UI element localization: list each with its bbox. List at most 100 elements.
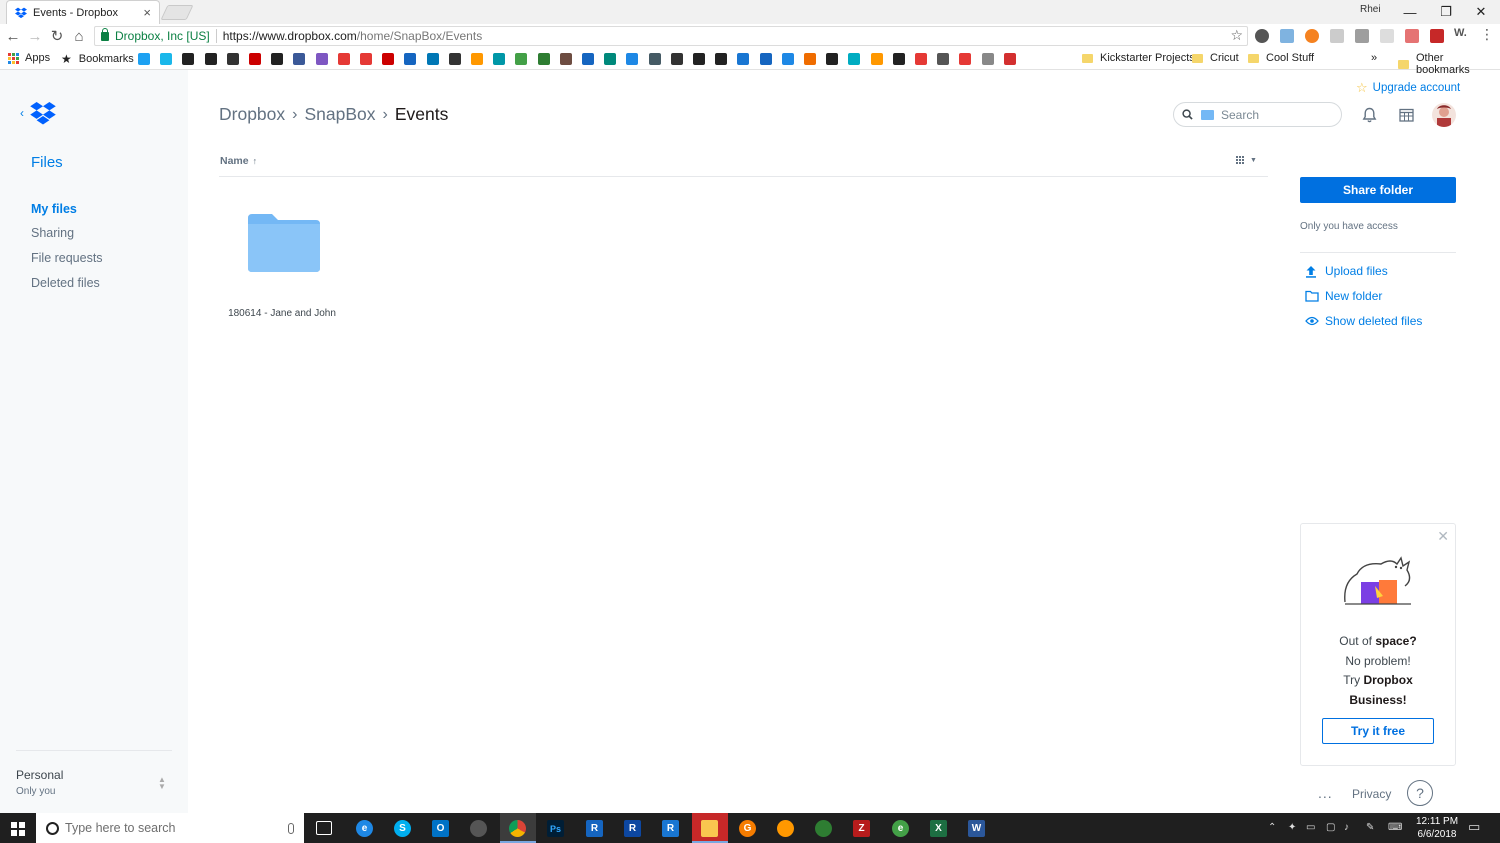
- bookmark-favicon-icon[interactable]: [271, 53, 284, 65]
- skype-icon[interactable]: S: [394, 820, 411, 837]
- bookmark-favicon-icon[interactable]: [826, 53, 839, 65]
- revit-icon[interactable]: R: [662, 820, 679, 837]
- browser-menu-icon[interactable]: ⋮: [1480, 26, 1494, 42]
- bookmark-favicon-icon[interactable]: [249, 53, 261, 65]
- bookmark-favicon-icon[interactable]: [382, 53, 395, 65]
- bookmark-favicon-icon[interactable]: [959, 53, 972, 65]
- tray-battery-icon[interactable]: ▭: [1306, 822, 1315, 833]
- forward-icon[interactable]: →: [26, 27, 44, 45]
- bookmark-favicon-icon[interactable]: [160, 53, 173, 65]
- bookmark-favicon-icon[interactable]: [204, 53, 217, 65]
- try-it-free-button[interactable]: Try it free: [1322, 718, 1434, 744]
- bookmark-favicon-icon[interactable]: [315, 53, 328, 65]
- bookmark-favicon-icon[interactable]: [360, 53, 372, 65]
- revit-icon[interactable]: R: [586, 820, 603, 837]
- bookmark-favicon-icon[interactable]: [937, 53, 950, 65]
- bookmark-favicon-icon[interactable]: [915, 53, 927, 65]
- breadcrumb-item-dropbox[interactable]: Dropbox: [219, 104, 285, 125]
- file-explorer-icon[interactable]: [701, 820, 718, 837]
- word-icon[interactable]: W: [968, 820, 985, 837]
- windows-start-icon[interactable]: [11, 822, 25, 836]
- new-tab-button[interactable]: [160, 5, 194, 20]
- pinterest-extension-icon[interactable]: [1255, 29, 1269, 43]
- calendar-icon[interactable]: [1395, 104, 1417, 126]
- reload-icon[interactable]: ↻: [48, 27, 66, 45]
- bookmark-favicon-icon[interactable]: [404, 53, 417, 65]
- taskbar-clock[interactable]: 12:11 PM 6/6/2018: [1412, 815, 1462, 841]
- bookmark-favicon-icon[interactable]: [182, 53, 195, 65]
- search-input[interactable]: [1221, 107, 1331, 122]
- bookmark-favicon-icon[interactable]: [604, 53, 617, 65]
- home-icon[interactable]: ⌂: [70, 27, 88, 45]
- bookmark-favicon-icon[interactable]: [670, 53, 683, 65]
- bookmark-favicon-icon[interactable]: [759, 53, 772, 65]
- back-icon[interactable]: ←: [4, 27, 22, 45]
- view-toggle[interactable]: ▼: [1236, 156, 1257, 164]
- chrome-icon[interactable]: [509, 820, 526, 837]
- extension-icon[interactable]: [1380, 29, 1394, 43]
- sidebar-item-file-requests[interactable]: File requests: [31, 251, 103, 265]
- account-switcher-icon[interactable]: ▲ ▼: [158, 776, 166, 791]
- bookmark-favicon-icon[interactable]: [848, 53, 861, 65]
- bookmark-folder-other[interactable]: Other bookmarks: [1398, 52, 1500, 76]
- microphone-icon[interactable]: [288, 822, 294, 834]
- app-icon[interactable]: e: [892, 820, 909, 837]
- bookmark-favicon-icon[interactable]: [559, 53, 572, 65]
- extension-icon[interactable]: [1430, 29, 1444, 43]
- new-folder-action[interactable]: New folder: [1305, 289, 1382, 303]
- bookmark-favicon-icon[interactable]: [981, 53, 994, 65]
- tray-pen-icon[interactable]: ✎: [1366, 822, 1374, 833]
- bookmark-favicon-icon[interactable]: [1003, 53, 1016, 65]
- tab-close-icon[interactable]: ×: [143, 5, 151, 20]
- close-icon[interactable]: ✕: [1437, 528, 1449, 545]
- task-view-icon[interactable]: [316, 821, 332, 835]
- extension-icon[interactable]: [1330, 29, 1344, 43]
- bookmark-favicon-icon[interactable]: [138, 53, 150, 65]
- bookmark-favicon-icon[interactable]: [448, 53, 461, 65]
- bookmark-favicon-icon[interactable]: [582, 53, 594, 65]
- tray-dropbox-icon[interactable]: ✦: [1288, 822, 1296, 833]
- outlook-icon[interactable]: O: [432, 820, 449, 837]
- bookmark-favicon-icon[interactable]: [804, 53, 816, 65]
- globe-icon[interactable]: [815, 820, 832, 837]
- edge-icon[interactable]: e: [356, 820, 373, 837]
- privacy-link[interactable]: Privacy: [1352, 787, 1391, 801]
- bookmark-folder-kickstarter[interactable]: Kickstarter Projects: [1082, 52, 1195, 64]
- secure-indicator[interactable]: Dropbox, Inc [US]: [101, 27, 210, 43]
- help-button[interactable]: ?: [1407, 780, 1433, 806]
- extension-icon[interactable]: [1355, 29, 1369, 43]
- bookmark-favicon-icon[interactable]: [226, 53, 239, 65]
- bookmark-folder-cricut[interactable]: Cricut: [1192, 52, 1239, 64]
- bookmark-favicon-icon[interactable]: [781, 53, 794, 65]
- bookmark-favicon-icon[interactable]: [426, 53, 439, 65]
- revit-icon[interactable]: R: [624, 820, 641, 837]
- photoshop-icon[interactable]: Ps: [547, 820, 564, 837]
- bookmark-favicon-icon[interactable]: [715, 53, 728, 65]
- bookmark-favicon-icon[interactable]: [493, 53, 506, 65]
- restore-button[interactable]: ❐: [1428, 0, 1464, 24]
- sidebar-item-deleted-files[interactable]: Deleted files: [31, 276, 100, 290]
- bookmark-favicon-icon[interactable]: [626, 53, 639, 65]
- notifications-bell-icon[interactable]: [1358, 104, 1380, 126]
- breadcrumb-item-snapbox[interactable]: SnapBox: [304, 104, 375, 125]
- app-icon[interactable]: G: [739, 820, 756, 837]
- bookmark-favicon-icon[interactable]: [870, 53, 883, 65]
- bookmark-apps[interactable]: Apps: [8, 52, 50, 64]
- sidebar-item-my-files[interactable]: My files: [31, 202, 77, 216]
- filezilla-icon[interactable]: Z: [853, 820, 870, 837]
- avatar[interactable]: [1432, 103, 1456, 127]
- files-heading[interactable]: Files: [31, 154, 63, 171]
- bookmark-favicon-icon[interactable]: [737, 53, 750, 65]
- tray-network-icon[interactable]: ▢: [1326, 822, 1335, 833]
- app-icon[interactable]: [777, 820, 794, 837]
- share-folder-button[interactable]: Share folder: [1300, 177, 1456, 203]
- bookmark-favicon-icon[interactable]: [693, 53, 705, 65]
- tray-overflow-icon[interactable]: ⌃: [1268, 822, 1276, 833]
- action-center-icon[interactable]: ▭: [1468, 819, 1480, 835]
- bookmark-favicon-icon[interactable]: [293, 53, 306, 65]
- more-options-button[interactable]: ...: [1318, 785, 1333, 801]
- bookmark-favicon-icon[interactable]: [515, 53, 528, 65]
- app-icon[interactable]: [470, 820, 487, 837]
- browser-tab-active[interactable]: Events - Dropbox ×: [6, 0, 160, 24]
- taskbar-search-input[interactable]: Type here to search: [36, 813, 304, 843]
